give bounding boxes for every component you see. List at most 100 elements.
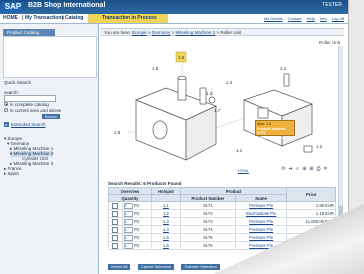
viewer-toolbar: ⟳ ➜ ⌕ ⊕ ⊞ ⎙ ✕ [280, 166, 342, 173]
breadcrumb-prefix: You are here: [104, 30, 131, 35]
link-contact[interactable]: Contact [288, 16, 302, 21]
radio-complete-catalog[interactable] [4, 102, 8, 106]
catalog-frame [3, 36, 97, 78]
washer [208, 96, 216, 104]
refresh-icon[interactable]: ⟳ [280, 166, 287, 172]
radio-current-label: in current area and above [10, 108, 62, 113]
col-overview: Overview [108, 187, 152, 195]
content-title: Roller Unit [318, 40, 340, 45]
cancel-selection-button[interactable]: Cancel Selection [137, 264, 174, 270]
link-log-off[interactable]: Log off [332, 16, 344, 21]
radio-complete-label: in complete catalog [10, 102, 49, 107]
housing-bore [152, 120, 168, 140]
extended-search-link[interactable]: Extended Search [11, 122, 46, 127]
arrow-icon[interactable]: ➜ [287, 166, 294, 172]
row-product-number: 0172 [179, 209, 236, 218]
menu-separator: | [62, 15, 64, 21]
table-row: 1 PC 1.3 0173 Pressure Pin 11.000,00 EUR [108, 217, 336, 226]
sidebar: Product Catalog Quick Search search: in … [0, 24, 99, 274]
row-checkbox[interactable] [108, 225, 123, 234]
menu-transaction-in-process[interactable]: Transaction in Process [88, 14, 168, 23]
row-quantity[interactable]: 1 PC [121, 241, 152, 250]
extended-search-icon[interactable]: ▸ [4, 122, 9, 127]
row-name[interactable]: Intermediate Pin [234, 209, 288, 218]
row-product-number: 0174 [179, 225, 236, 234]
menu-my-transactions[interactable]: My Transactions [25, 14, 64, 23]
quick-search-label: Quick Search [4, 80, 32, 85]
transfer-selection-button[interactable]: Transfer Selection [181, 264, 220, 270]
col-quantity: Quantity [108, 194, 152, 202]
print-icon[interactable]: ⎙ [315, 166, 322, 172]
results-summary: Search Results: 6 Products Found [108, 181, 182, 186]
row-name[interactable]: Pressure Pin [234, 225, 288, 234]
select-all-button[interactable]: Select All [108, 264, 131, 270]
link-info[interactable]: Info [320, 16, 327, 21]
table-row: 1 PC 1.1 0171 Pressure Pin 1.99 EUR [108, 201, 336, 210]
row-quantity[interactable]: 1 PC [121, 201, 152, 210]
row-name[interactable]: Pressure Pin [234, 217, 288, 226]
row-hotspot[interactable]: 1.5 [150, 233, 181, 242]
callout-1-3: 1.3 [206, 91, 213, 96]
row-hotspot[interactable]: 1.6 [150, 241, 181, 250]
table-row: 1 PC 1.2 0172 Intermediate Pin 1.19 EUR [108, 209, 336, 218]
breadcrumb: You are here: Europe > Germany > Mitseli… [100, 28, 344, 36]
row-price: 1.19 EUR [286, 209, 336, 218]
shop-header: SAP B2B Shop International TESTER [0, 0, 348, 14]
row-checkbox[interactable] [108, 241, 123, 250]
row-hotspot[interactable]: 1.3 [150, 217, 181, 226]
zoom-icon[interactable]: ⊞ [308, 166, 315, 172]
tooltip-name: Name: Pressure Pin [257, 135, 291, 140]
col-product: Product [179, 187, 288, 195]
radio-current-area[interactable] [4, 108, 8, 112]
menu-separator: | [22, 15, 24, 21]
search-input[interactable] [4, 95, 56, 102]
menu-home[interactable]: HOME [3, 14, 18, 23]
breadcrumb-machine-2[interactable]: Mitseling Machine 2 [175, 30, 215, 35]
html-link[interactable]: HTML [238, 168, 249, 173]
rod-small [283, 73, 290, 87]
shop-title: B2B Shop International [28, 2, 106, 9]
row-quantity[interactable]: 1 PC [121, 233, 152, 242]
callout-1-6: 1.6 [152, 66, 159, 71]
pin-upright [177, 77, 187, 101]
breadcrumb-europe[interactable]: Europe [132, 30, 147, 35]
search-icon[interactable]: ⌕ [294, 166, 301, 172]
col-product-number: Product Number [179, 194, 236, 202]
table-row: 1 PC1.40174Pressure Pin3.45 EUR [108, 225, 336, 234]
row-hotspot[interactable]: 1.4 [150, 225, 181, 234]
tree-item-spain[interactable]: ▸ Spain [4, 171, 19, 177]
row-checkbox[interactable] [108, 217, 123, 226]
col-price: Price [286, 187, 336, 202]
row-hotspot[interactable]: 1.2 [150, 209, 181, 218]
row-checkbox[interactable] [108, 201, 123, 210]
row-name[interactable]: Pressure Pin [234, 233, 288, 242]
breadcrumb-germany[interactable]: Germany [152, 30, 171, 35]
end-cap [303, 145, 313, 153]
main-menu: HOME | My Transactions | Catalog Transac… [0, 14, 348, 24]
pin-top [177, 75, 187, 81]
cart-icon[interactable]: ⊕ [301, 166, 308, 172]
row-name[interactable]: Pressure Pin [234, 201, 288, 210]
callout-1-7: 1.7 [214, 108, 221, 113]
link-my-details[interactable]: My Details [264, 16, 283, 21]
row-quantity[interactable]: 1 PC [121, 225, 152, 234]
col-name: Name [234, 194, 288, 202]
link-help[interactable]: Help [307, 16, 315, 21]
row-price: 1.99 EUR [286, 201, 336, 210]
tab-product-catalog[interactable]: Product Catalog [3, 29, 55, 36]
callout-1-1-b: 1.1 [280, 66, 287, 71]
row-checkbox[interactable] [108, 209, 123, 218]
row-hotspot[interactable]: 1.1 [150, 201, 181, 210]
row-quantity[interactable]: 1 PC [121, 209, 152, 218]
callout-1-4: 1.4 [226, 80, 233, 85]
row-product-number: 0171 [179, 201, 236, 210]
row-checkbox[interactable] [108, 233, 123, 242]
search-button[interactable]: Search [42, 114, 60, 119]
breadcrumb-current: Roller Unit [220, 30, 242, 35]
menu-catalog[interactable]: Catalog [65, 14, 83, 23]
row-quantity[interactable]: 1 PC [121, 217, 152, 226]
close-icon[interactable]: ✕ [322, 166, 329, 172]
row-product-number: 0175 [179, 233, 236, 242]
block-window [257, 107, 269, 119]
user-name: TESTER [322, 2, 342, 8]
